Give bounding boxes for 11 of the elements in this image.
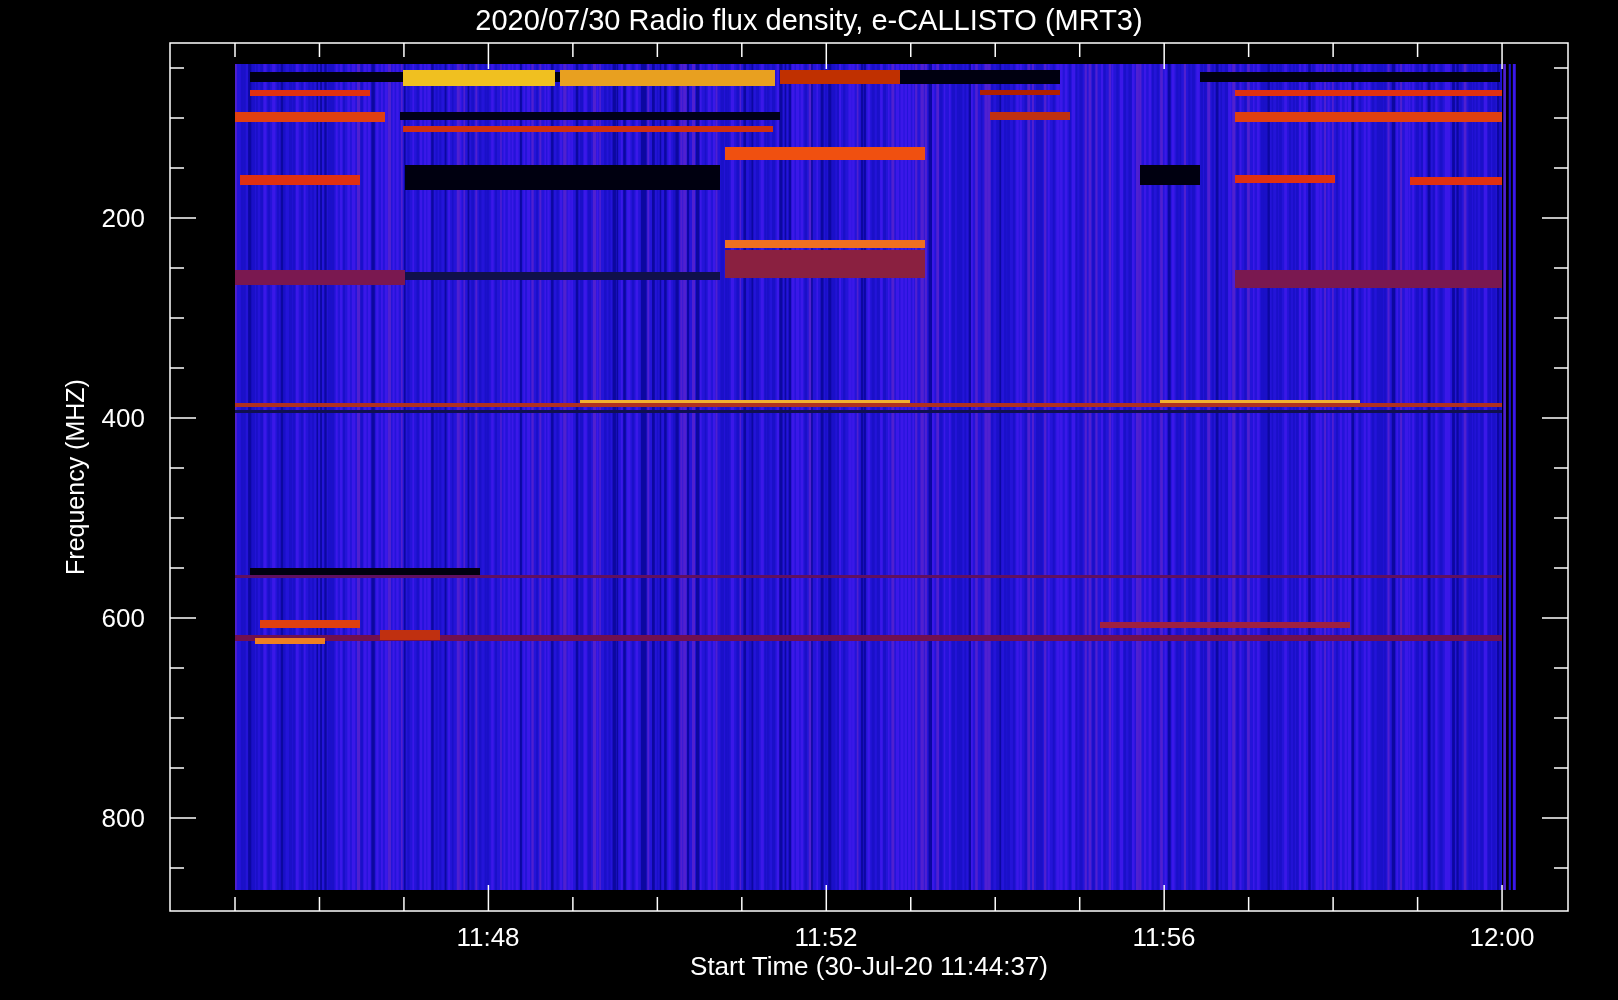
y-tick-label: 600 <box>101 603 145 633</box>
x-tick-label: 11:52 <box>794 922 858 952</box>
x-tick-label: 12:00 <box>1469 922 1535 952</box>
y-tick-label: 800 <box>101 803 145 833</box>
plot-title: 2020/07/30 Radio flux density, e-CALLISTO (MRT3) <box>475 4 1143 36</box>
x-axis-label: Start Time (30-Jul-20 11:44:37) <box>690 951 1048 981</box>
y-axis-label: Frequency (MHZ) <box>61 379 89 575</box>
y-tick-label: 200 <box>101 203 145 233</box>
x-tick-label: 11:48 <box>456 922 520 952</box>
x-tick-label: 11:56 <box>1132 922 1196 952</box>
y-tick-label: 400 <box>101 403 145 433</box>
